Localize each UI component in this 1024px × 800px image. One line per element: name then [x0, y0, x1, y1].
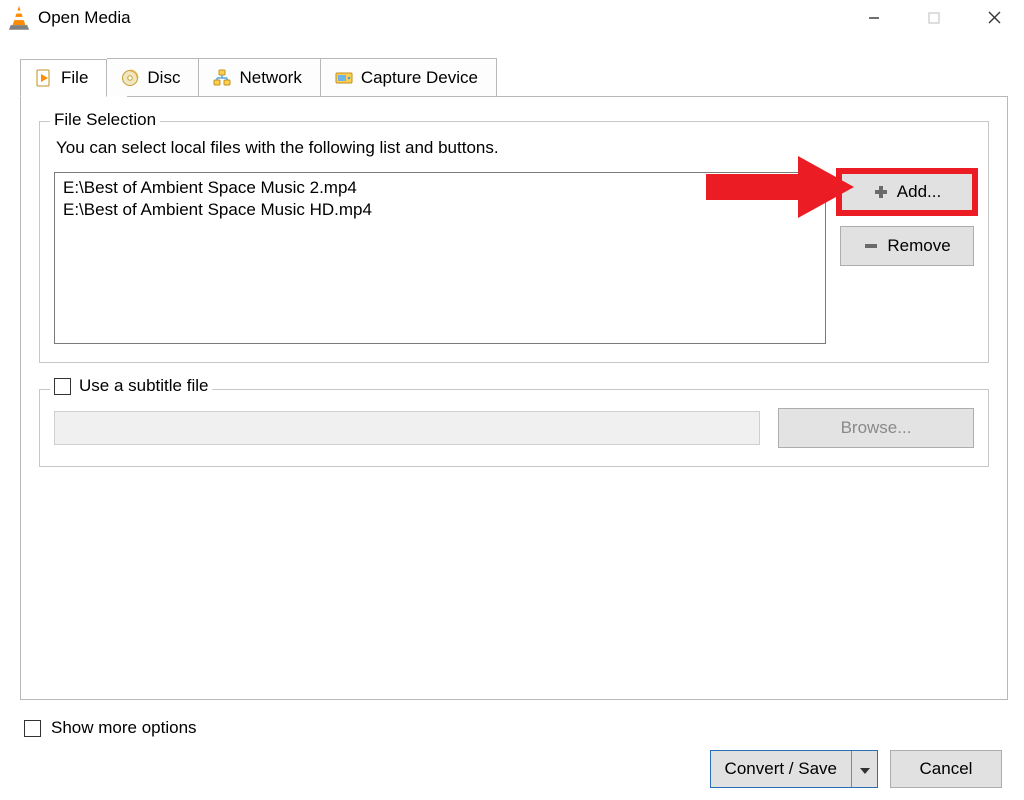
convert-save-button[interactable]: Convert / Save	[710, 750, 878, 788]
close-button[interactable]	[964, 0, 1024, 36]
file-selection-hint: You can select local files with the foll…	[56, 138, 974, 158]
button-label: Remove	[887, 236, 950, 256]
disc-icon	[121, 69, 139, 87]
show-more-checkbox[interactable]	[24, 720, 41, 737]
button-label: Add...	[897, 182, 941, 202]
file-item[interactable]: E:\Best of Ambient Space Music 2.mp4	[61, 177, 819, 199]
file-selection-legend: File Selection	[50, 110, 160, 130]
network-icon	[213, 69, 231, 87]
tab-label: Network	[239, 68, 301, 88]
subtitle-path-input	[54, 411, 760, 445]
plus-icon	[873, 184, 889, 200]
tab-pane-file: File Selection You can select local file…	[20, 96, 1008, 700]
dropdown-toggle[interactable]	[851, 751, 877, 787]
file-icon	[35, 69, 53, 87]
window-title: Open Media	[38, 8, 844, 28]
tab-capture-device[interactable]: Capture Device	[321, 58, 497, 96]
browse-button: Browse...	[778, 408, 974, 448]
capture-device-icon	[335, 69, 353, 87]
file-selection-group: File Selection You can select local file…	[39, 121, 989, 363]
tabstrip: File Disc Network	[20, 58, 1008, 96]
show-more-label: Show more options	[51, 718, 197, 738]
button-label: Browse...	[841, 418, 912, 438]
minimize-button[interactable]	[844, 0, 904, 36]
subtitle-group: Use a subtitle file Browse...	[39, 389, 989, 467]
button-label: Cancel	[920, 759, 973, 779]
cancel-button[interactable]: Cancel	[890, 750, 1002, 788]
tab-network[interactable]: Network	[199, 58, 320, 96]
subtitle-checkbox[interactable]	[54, 378, 71, 395]
tab-disc[interactable]: Disc	[107, 58, 199, 96]
file-list[interactable]: E:\Best of Ambient Space Music 2.mp4 E:\…	[54, 172, 826, 344]
tab-file[interactable]: File	[20, 59, 107, 97]
minus-icon	[863, 238, 879, 254]
maximize-button	[904, 0, 964, 36]
button-label: Convert / Save	[711, 751, 851, 787]
tab-label: Disc	[147, 68, 180, 88]
file-item[interactable]: E:\Best of Ambient Space Music HD.mp4	[61, 199, 819, 221]
add-button[interactable]: Add...	[840, 172, 974, 212]
chevron-down-icon	[860, 759, 870, 779]
tab-label: File	[61, 68, 88, 88]
tab-label: Capture Device	[361, 68, 478, 88]
subtitle-checkbox-label: Use a subtitle file	[79, 376, 208, 396]
vlc-cone-icon	[8, 7, 30, 29]
titlebar: Open Media	[0, 0, 1024, 36]
remove-button[interactable]: Remove	[840, 226, 974, 266]
